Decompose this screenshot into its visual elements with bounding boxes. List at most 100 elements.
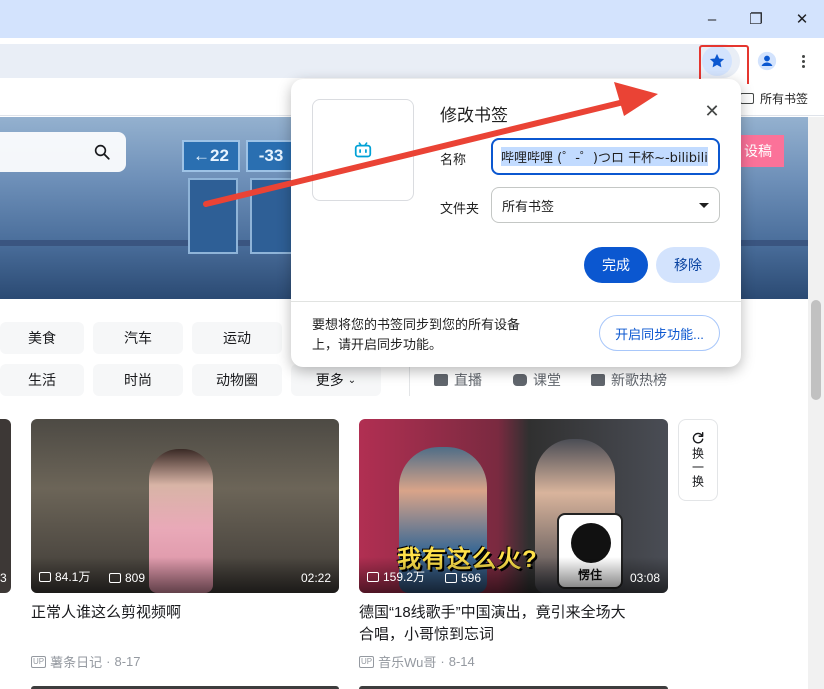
quick-link-class[interactable]: 课堂 <box>513 370 561 390</box>
name-label: 名称 <box>440 152 467 167</box>
view-count-value: 84.1万 <box>55 570 91 584</box>
info-board-right <box>250 178 294 254</box>
done-label: 完成 <box>602 257 630 273</box>
refresh-recommendations-button[interactable]: 换一换 <box>678 419 718 501</box>
dialog-close-button[interactable]: ✕ <box>700 99 724 123</box>
dialog-divider <box>291 301 741 302</box>
scrollbar-thumb[interactable] <box>811 300 821 400</box>
uploader-name: 薯条日记 <box>50 655 103 670</box>
video-duration: 03:08 <box>629 571 660 585</box>
bookmark-name-value: 哔哩哔哩 (゜-゜)つロ 干杯~-bilibili <box>501 147 708 166</box>
video-thumbnail[interactable]: 我有这么火? 愣住 159.2万 596 03:08 <box>359 419 668 593</box>
close-window-button[interactable]: ✕ <box>784 5 820 33</box>
folder-icon <box>740 93 754 104</box>
category-animals[interactable]: 动物圈 <box>192 364 282 396</box>
category-more[interactable]: 更多 ⌄ <box>291 364 381 396</box>
minimize-button[interactable]: – <box>694 5 730 33</box>
video-thumbnail[interactable]: 84.1万 809 02:22 <box>31 419 339 593</box>
video-meta[interactable]: UP 薯条日记 · 8-17 <box>31 652 141 671</box>
chip-label: 更多 <box>315 372 344 388</box>
quick-link-label: 新歌热榜 <box>611 372 667 388</box>
view-count: 159.2万 <box>367 568 425 585</box>
category-life[interactable]: 生活 <box>0 364 84 396</box>
all-bookmarks-label: 所有书签 <box>760 92 809 106</box>
refresh-icon <box>692 432 704 444</box>
view-count-value: 159.2万 <box>383 570 426 584</box>
danmaku-icon <box>109 573 121 583</box>
profile-icon <box>757 51 777 71</box>
edit-bookmark-dialog: 修改书签 ✕ 名称 哔哩哔哩 (゜-゜)つロ 干杯~-bilibili 文件夹 … <box>291 79 741 367</box>
view-count: 84.1万 <box>39 568 90 585</box>
platform-sign-33: -33 <box>246 140 296 172</box>
folder-select-value: 所有书签 <box>502 198 555 214</box>
bookmark-name-input[interactable]: 哔哩哔哩 (゜-゜)つロ 干杯~-bilibili <box>491 138 720 175</box>
quick-link-label: 课堂 <box>533 372 561 388</box>
site-favicon-preview <box>312 99 414 201</box>
chip-label: 动物圈 <box>216 372 258 388</box>
video-duration: 02:22 <box>300 571 331 585</box>
category-cars[interactable]: 汽车 <box>93 322 183 354</box>
sync-button-label: 开启同步功能... <box>615 326 704 342</box>
quick-link-music-chart[interactable]: 新歌热榜 <box>591 370 667 390</box>
minimize-icon: – <box>707 10 717 28</box>
sync-prompt-text: 要想将您的书签同步到您的所有设备上，请开启同步功能。 <box>312 317 521 352</box>
chip-label: 时尚 <box>124 372 152 388</box>
info-board-left <box>188 178 238 254</box>
video-title[interactable]: 德国“18线歌手”中国演出，竟引来全场大合唱，小哥惊到忘词 <box>359 602 639 646</box>
video-title[interactable]: 正常人谁这么剪视频啊 <box>31 602 339 624</box>
danmaku-count: 809 <box>109 571 145 585</box>
folder-select[interactable]: 所有书签 <box>491 187 720 223</box>
done-button[interactable]: 完成 <box>584 247 648 283</box>
chip-label: 生活 <box>28 372 56 388</box>
danmaku-count-value: 596 <box>461 571 482 585</box>
dropdown-arrow-icon <box>699 202 709 208</box>
play-count-icon <box>367 571 379 582</box>
upload-date: 8-14 <box>448 654 475 669</box>
restore-icon: ❐ <box>749 11 763 28</box>
restore-button[interactable]: ❐ <box>738 5 774 33</box>
class-icon <box>513 374 527 386</box>
close-icon: ✕ <box>795 11 809 28</box>
uploader-name: 音乐Wu哥 <box>378 655 437 670</box>
video-thumbnail-partial[interactable] <box>0 419 11 593</box>
meta-separator: · <box>440 654 445 669</box>
live-icon <box>434 374 448 386</box>
category-fashion[interactable]: 时尚 <box>93 364 183 396</box>
quick-link-label: 直播 <box>454 372 482 388</box>
uploader-icon: UP <box>31 655 47 668</box>
meta-separator: · <box>106 654 111 669</box>
upload-date: 8-17 <box>114 654 141 669</box>
turn-on-sync-button[interactable]: 开启同步功能... <box>599 315 720 351</box>
music-icon <box>591 374 605 386</box>
divider <box>409 362 410 396</box>
dialog-title: 修改书签 <box>440 106 508 125</box>
sign-left-number: 22 <box>210 146 229 165</box>
search-icon[interactable] <box>93 143 111 161</box>
all-bookmarks-button[interactable]: 所有书签 <box>740 90 808 107</box>
title-bar: – ❐ ✕ <box>0 0 824 38</box>
folder-label: 文件夹 <box>440 201 480 216</box>
page-scrollbar[interactable] <box>808 117 824 689</box>
remove-button[interactable]: 移除 <box>656 247 720 283</box>
close-icon: ✕ <box>704 100 720 121</box>
quick-link-live[interactable]: 直播 <box>434 370 482 390</box>
chip-label: 运动 <box>223 330 251 346</box>
uploader-icon: UP <box>359 655 375 668</box>
play-count-icon <box>39 571 51 582</box>
bilibili-tv-icon <box>354 142 372 158</box>
chevron-down-icon: ⌄ <box>347 374 357 386</box>
profile-button[interactable] <box>754 48 780 74</box>
sign-right-number: 33 <box>264 146 284 165</box>
address-bar[interactable] <box>0 44 740 78</box>
refresh-label: 换一换 <box>690 447 705 489</box>
remove-label: 移除 <box>674 257 702 273</box>
danmaku-count-value: 809 <box>125 571 146 585</box>
upload-label: 设稿 <box>744 143 772 159</box>
category-sports[interactable]: 运动 <box>192 322 282 354</box>
chip-label: 汽车 <box>124 330 152 346</box>
video-meta[interactable]: UP 音乐Wu哥 · 8-14 <box>359 652 475 671</box>
category-food[interactable]: 美食 <box>0 322 84 354</box>
danmaku-icon <box>445 573 457 583</box>
chip-label: 美食 <box>28 330 56 346</box>
kebab-menu-button[interactable] <box>795 48 811 74</box>
